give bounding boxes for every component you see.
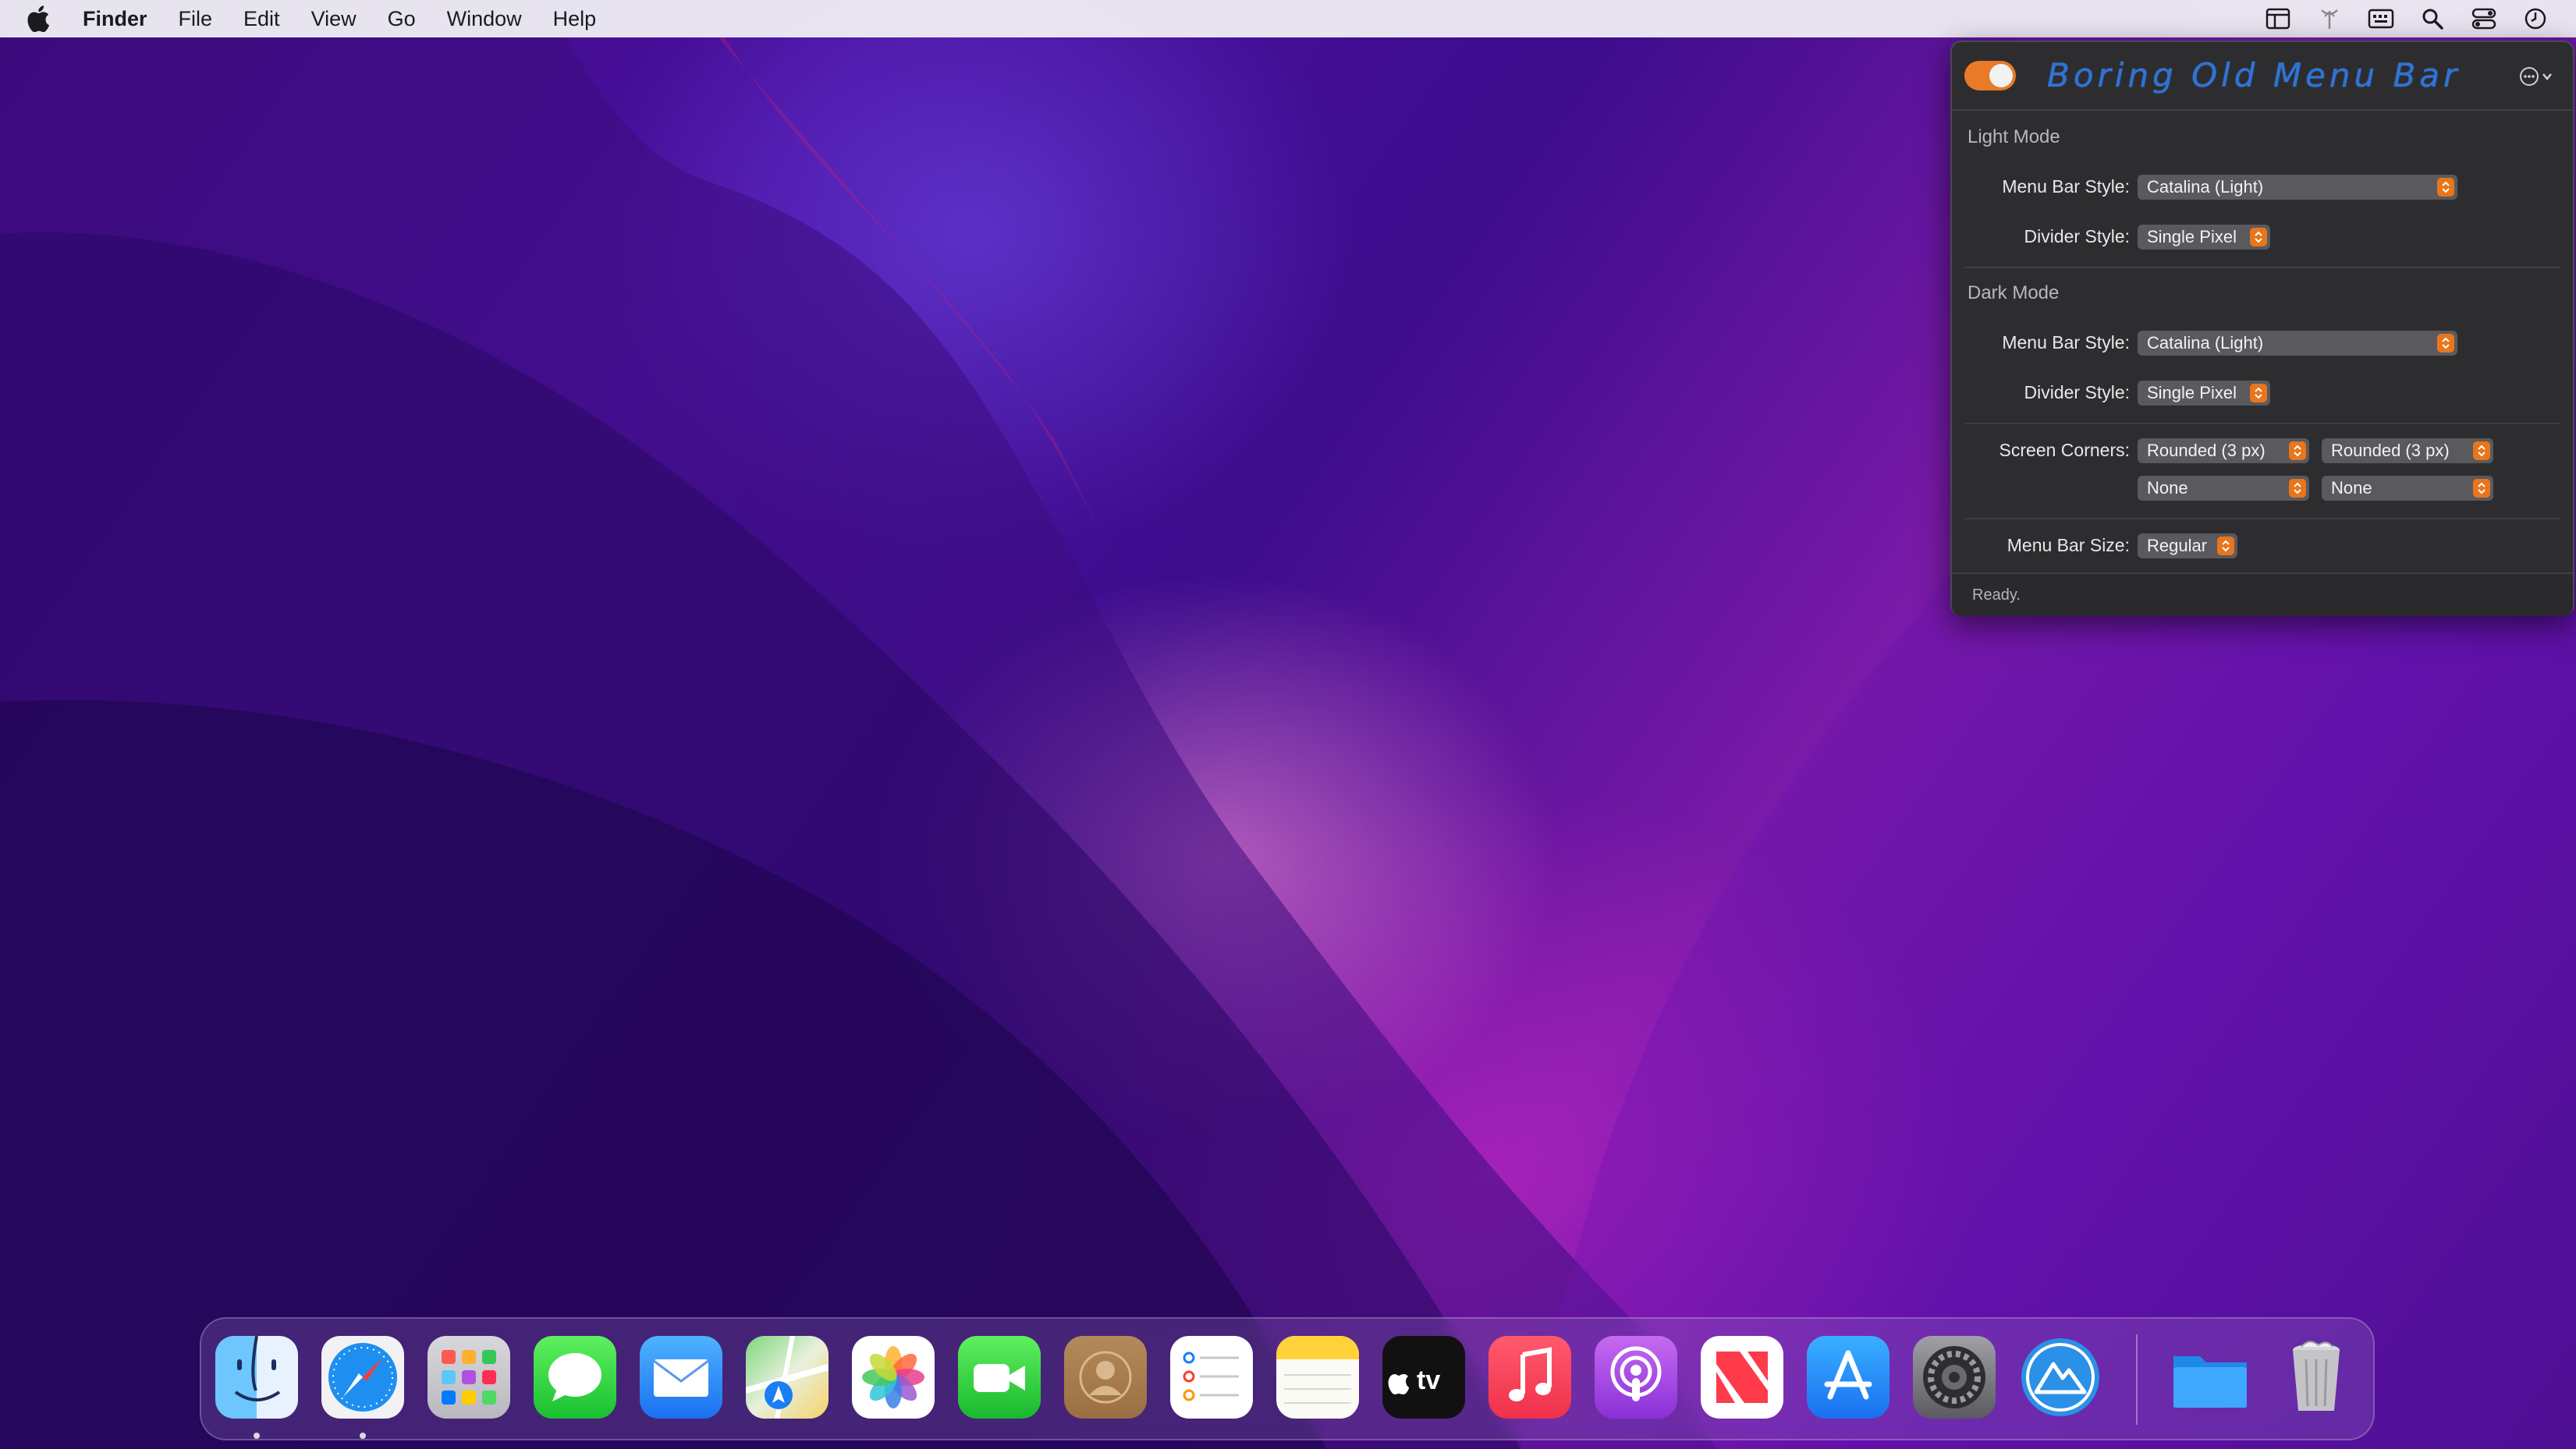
app-store-icon[interactable]	[1807, 1336, 1889, 1419]
dock-separator	[2136, 1334, 2138, 1425]
window-icon[interactable]	[2261, 2, 2295, 36]
mail-icon[interactable]	[640, 1336, 722, 1419]
maps-icon[interactable]	[746, 1336, 829, 1419]
tv-label: tv	[1417, 1366, 1440, 1395]
status-bar: Ready.	[1952, 572, 2573, 616]
downloads-folder-icon[interactable]	[2169, 1336, 2251, 1419]
menu-file[interactable]: File	[179, 7, 213, 31]
ellipsis-circle-icon	[2520, 67, 2552, 86]
menu-go[interactable]: Go	[388, 7, 416, 31]
system-preferences-icon[interactable]	[1913, 1336, 1996, 1419]
divider	[1964, 267, 2560, 268]
running-indicator	[360, 1433, 366, 1439]
running-indicator	[254, 1433, 260, 1439]
corner-bottom-left-value: None	[2147, 478, 2188, 498]
enable-toggle[interactable]	[1964, 61, 2016, 90]
status-text: Ready.	[1972, 586, 2021, 604]
light-menu-bar-style-select[interactable]: Catalina (Light)	[2138, 175, 2457, 200]
menu-view[interactable]: View	[311, 7, 357, 31]
dark-menu-bar-style-select[interactable]: Catalina (Light)	[2138, 331, 2457, 356]
more-options-button[interactable]	[2518, 64, 2557, 89]
photos-icon[interactable]	[852, 1336, 935, 1419]
menu-window[interactable]: Window	[447, 7, 522, 31]
panel-header: Boring Old Menu Bar	[1952, 42, 2573, 111]
menu-bar: Finder File Edit View Go Window Help	[0, 0, 2576, 37]
screen-corners-label: Screen Corners:	[1999, 440, 2130, 460]
divider	[1964, 518, 2560, 519]
menu-edit[interactable]: Edit	[243, 7, 280, 31]
light-divider-style-label: Divider Style:	[2024, 226, 2130, 246]
panel-title: Boring Old Menu Bar	[2047, 56, 2461, 94]
chevron-updown-icon	[2473, 479, 2490, 498]
dark-divider-style-value: Single Pixel	[2147, 383, 2237, 402]
control-center-icon[interactable]	[2467, 2, 2501, 36]
dark-divider-style-label: Divider Style:	[2024, 382, 2130, 402]
notes-icon[interactable]	[1276, 1336, 1359, 1419]
light-divider-style-value: Single Pixel	[2147, 227, 2237, 246]
music-icon[interactable]	[1488, 1336, 1571, 1419]
corner-top-right-select[interactable]: Rounded (3 px)	[2322, 438, 2493, 463]
news-icon[interactable]	[1701, 1336, 1783, 1419]
light-menu-bar-style-label: Menu Bar Style:	[2002, 176, 2130, 197]
facetime-icon[interactable]	[958, 1336, 1041, 1419]
antenna-icon[interactable]	[2312, 2, 2347, 36]
dark-divider-style-select[interactable]: Single Pixel	[2138, 381, 2270, 406]
menu-bar-size-select[interactable]: Regular	[2138, 533, 2237, 558]
corner-bottom-right-value: None	[2331, 478, 2372, 498]
search-icon[interactable]	[2415, 2, 2450, 36]
contacts-icon[interactable]	[1064, 1336, 1147, 1419]
chevron-updown-icon	[2250, 384, 2267, 402]
menu-help[interactable]: Help	[553, 7, 597, 31]
corner-bottom-right-select[interactable]: None	[2322, 476, 2493, 501]
messages-icon[interactable]	[534, 1336, 616, 1419]
toggle-knob	[1989, 64, 2013, 87]
tv-icon[interactable]: tv	[1382, 1336, 1465, 1419]
light-mode-heading: Light Mode	[1967, 126, 2060, 147]
trash-icon[interactable]	[2275, 1336, 2358, 1419]
keyboard-icon[interactable]	[2364, 2, 2398, 36]
chevron-updown-icon	[2217, 537, 2234, 555]
light-menu-bar-style-value: Catalina (Light)	[2147, 177, 2264, 197]
chevron-updown-icon	[2437, 178, 2454, 197]
settings-panel: Boring Old Menu Bar Light Mode Menu Bar …	[1950, 41, 2574, 616]
podcasts-icon[interactable]	[1595, 1336, 1677, 1419]
dark-menu-bar-style-label: Menu Bar Style:	[2002, 332, 2130, 353]
menu-bar-size-value: Regular	[2147, 536, 2208, 555]
apple-icon[interactable]	[27, 3, 55, 34]
clock-icon[interactable]	[2518, 2, 2553, 36]
finder-icon[interactable]	[215, 1336, 298, 1419]
chevron-updown-icon	[2289, 479, 2306, 498]
dark-mode-heading: Dark Mode	[1967, 282, 2060, 303]
corner-top-left-select[interactable]: Rounded (3 px)	[2138, 438, 2309, 463]
safari-icon[interactable]	[321, 1336, 404, 1419]
launchpad-icon[interactable]	[428, 1336, 510, 1419]
chevron-updown-icon	[2250, 228, 2267, 246]
menu-bar-size-label: Menu Bar Size:	[2007, 535, 2130, 555]
reminders-icon[interactable]	[1170, 1336, 1253, 1419]
corner-top-left-value: Rounded (3 px)	[2147, 441, 2266, 460]
dock: tv	[200, 1317, 2375, 1440]
dark-menu-bar-style-value: Catalina (Light)	[2147, 333, 2264, 353]
chevron-updown-icon	[2437, 334, 2454, 353]
menu-app-name[interactable]: Finder	[83, 7, 147, 31]
divider	[1964, 423, 2560, 424]
corner-top-right-value: Rounded (3 px)	[2331, 441, 2450, 460]
boring-old-menu-bar-icon[interactable]	[2019, 1336, 2102, 1419]
chevron-updown-icon	[2289, 441, 2306, 460]
corner-bottom-left-select[interactable]: None	[2138, 476, 2309, 501]
chevron-updown-icon	[2473, 441, 2490, 460]
light-divider-style-select[interactable]: Single Pixel	[2138, 225, 2270, 250]
